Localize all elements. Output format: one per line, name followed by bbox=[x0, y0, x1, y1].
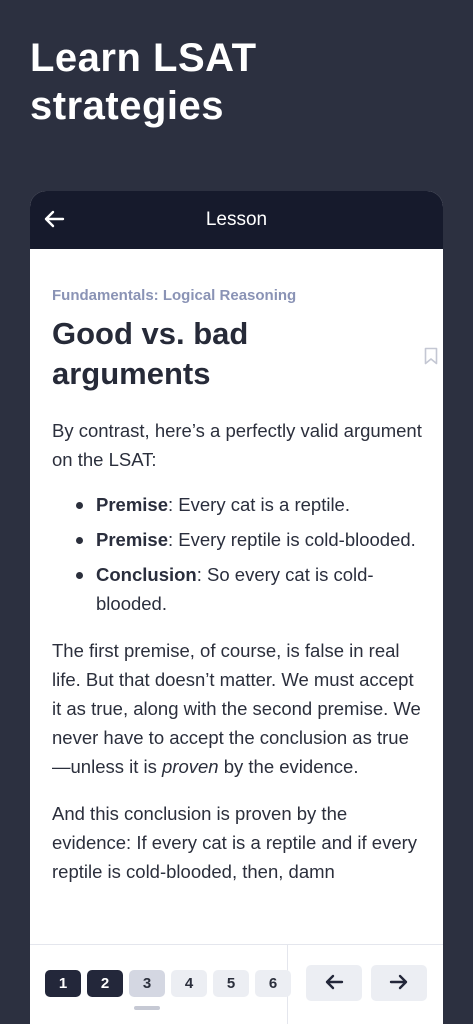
lesson-category: Fundamentals: Logical Reasoning bbox=[52, 287, 297, 304]
bookmark-icon[interactable] bbox=[424, 347, 438, 370]
page-button-5[interactable]: 5 bbox=[213, 970, 249, 997]
page-button-1[interactable]: 1 bbox=[45, 970, 81, 997]
point-text: : Every reptile is cold-blooded. bbox=[168, 529, 416, 550]
page-button-6[interactable]: 6 bbox=[255, 970, 291, 997]
page-button-2[interactable]: 2 bbox=[87, 970, 123, 997]
premise-list: Premise: Every cat is a reptile. Premise… bbox=[52, 490, 424, 618]
hero-title: Learn LSAT strategies bbox=[30, 36, 257, 128]
intro-paragraph: By contrast, here’s a perfectly valid ar… bbox=[52, 420, 422, 470]
point-label: Premise bbox=[96, 529, 168, 550]
lesson-card: Lesson Fundamentals: Logical Reasoning G… bbox=[30, 191, 443, 1024]
previous-page-button[interactable] bbox=[306, 965, 362, 1001]
current-page-indicator bbox=[134, 1006, 160, 1010]
point-text: : Every cat is a reptile. bbox=[168, 494, 350, 515]
list-item: Conclusion: So every cat is cold-blooded… bbox=[52, 560, 424, 618]
header-title: Lesson bbox=[205, 209, 268, 230]
emphasis-text: proven bbox=[162, 756, 219, 777]
page-navigation bbox=[288, 945, 443, 1024]
page-button-4[interactable]: 4 bbox=[171, 970, 207, 997]
bullet-icon bbox=[76, 572, 83, 579]
body-paragraph: And this conclusion is proven by the evi… bbox=[52, 803, 418, 882]
bullet-icon bbox=[76, 537, 83, 544]
next-page-button[interactable] bbox=[371, 965, 427, 1001]
list-item: Premise: Every cat is a reptile. bbox=[52, 490, 424, 519]
page-button-3[interactable]: 3 bbox=[129, 970, 165, 997]
paragraph-text: by the evidence. bbox=[218, 756, 359, 777]
page-selector: 1 2 3 4 5 6 bbox=[30, 945, 291, 1024]
arrow-left-icon bbox=[324, 974, 344, 993]
lesson-header: Lesson bbox=[30, 191, 443, 249]
list-item: Premise: Every reptile is cold-blooded. bbox=[52, 525, 424, 554]
lesson-title: Good vs. bad arguments bbox=[52, 316, 249, 391]
arrow-right-icon bbox=[389, 974, 409, 993]
lesson-footer: 1 2 3 4 5 6 bbox=[30, 944, 443, 1024]
body-paragraph: The first premise, of course, is false i… bbox=[52, 636, 424, 781]
point-label: Premise bbox=[96, 494, 168, 515]
bullet-icon bbox=[76, 502, 83, 509]
back-arrow-icon[interactable] bbox=[40, 205, 68, 233]
point-label: Conclusion bbox=[96, 564, 197, 585]
lesson-content: Fundamentals: Logical Reasoning Good vs.… bbox=[52, 287, 438, 886]
